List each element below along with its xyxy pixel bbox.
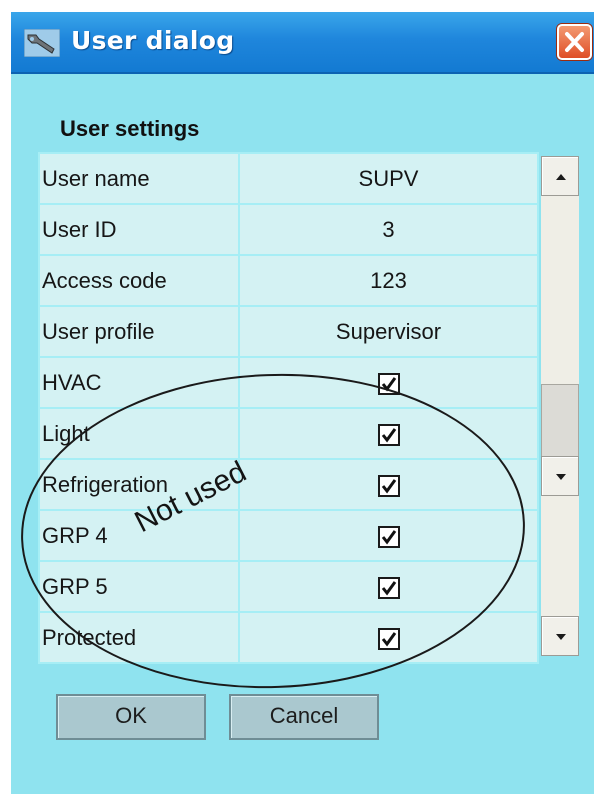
hvac-checkbox[interactable] (377, 372, 400, 395)
table-row: GRP 5 (38, 560, 539, 613)
grp-5-checkbox[interactable] (377, 576, 400, 599)
setting-label-grp-5: GRP 5 (38, 560, 240, 613)
setting-label-user-profile: User profile (38, 305, 240, 358)
checkmark-icon (381, 580, 396, 596)
cancel-button[interactable]: Cancel (229, 694, 379, 740)
table-row: Protected (38, 611, 539, 664)
close-icon (565, 32, 584, 52)
close-button[interactable] (557, 24, 592, 60)
scroll-down-button-upper[interactable] (541, 456, 579, 496)
checkmark-icon (381, 631, 396, 647)
access-code-field[interactable]: 123 (238, 254, 539, 307)
scroll-down-button[interactable] (541, 616, 579, 656)
grp-4-checkbox[interactable] (377, 525, 400, 548)
arrow-down-icon (556, 474, 566, 480)
setting-label-hvac: HVAC (38, 356, 240, 409)
checkmark-icon (381, 376, 396, 392)
ok-button[interactable]: OK (56, 694, 206, 740)
user-id-field[interactable]: 3 (238, 203, 539, 256)
vertical-scrollbar[interactable] (541, 156, 579, 656)
user-dialog-window: User dialog User settings User name SUPV… (11, 12, 594, 794)
checkmark-icon (381, 529, 396, 545)
setting-label-protected: Protected (38, 611, 240, 664)
checkmark-icon (381, 478, 396, 494)
table-row: Refrigeration (38, 458, 539, 511)
table-row: GRP 4 (38, 509, 539, 562)
user-name-field[interactable]: SUPV (238, 152, 539, 205)
table-row: User name SUPV (38, 152, 539, 205)
table-row: User ID 3 (38, 203, 539, 256)
window-title: User dialog (71, 26, 235, 55)
arrow-up-icon (556, 174, 566, 180)
user-profile-field[interactable]: Supervisor (238, 305, 539, 358)
arrow-down-icon (556, 634, 566, 640)
refrigeration-checkbox[interactable] (377, 474, 400, 497)
checkmark-icon (381, 427, 396, 443)
setting-label-light: Light (38, 407, 240, 460)
table-row: HVAC (38, 356, 539, 409)
scroll-thumb[interactable] (541, 384, 579, 464)
table-row: Light (38, 407, 539, 460)
scroll-up-button[interactable] (541, 156, 579, 196)
settings-table: User name SUPV User ID 3 Access code 123… (38, 152, 539, 664)
table-row: User profile Supervisor (38, 305, 539, 358)
section-title: User settings (60, 116, 200, 141)
light-checkbox[interactable] (377, 423, 400, 446)
setting-label-user-id: User ID (38, 203, 240, 256)
title-bar[interactable]: User dialog (11, 12, 594, 74)
protected-checkbox[interactable] (377, 627, 400, 650)
setting-label-user-name: User name (38, 152, 240, 205)
wrench-icon (23, 28, 61, 58)
setting-label-access-code: Access code (38, 254, 240, 307)
table-row: Access code 123 (38, 254, 539, 307)
